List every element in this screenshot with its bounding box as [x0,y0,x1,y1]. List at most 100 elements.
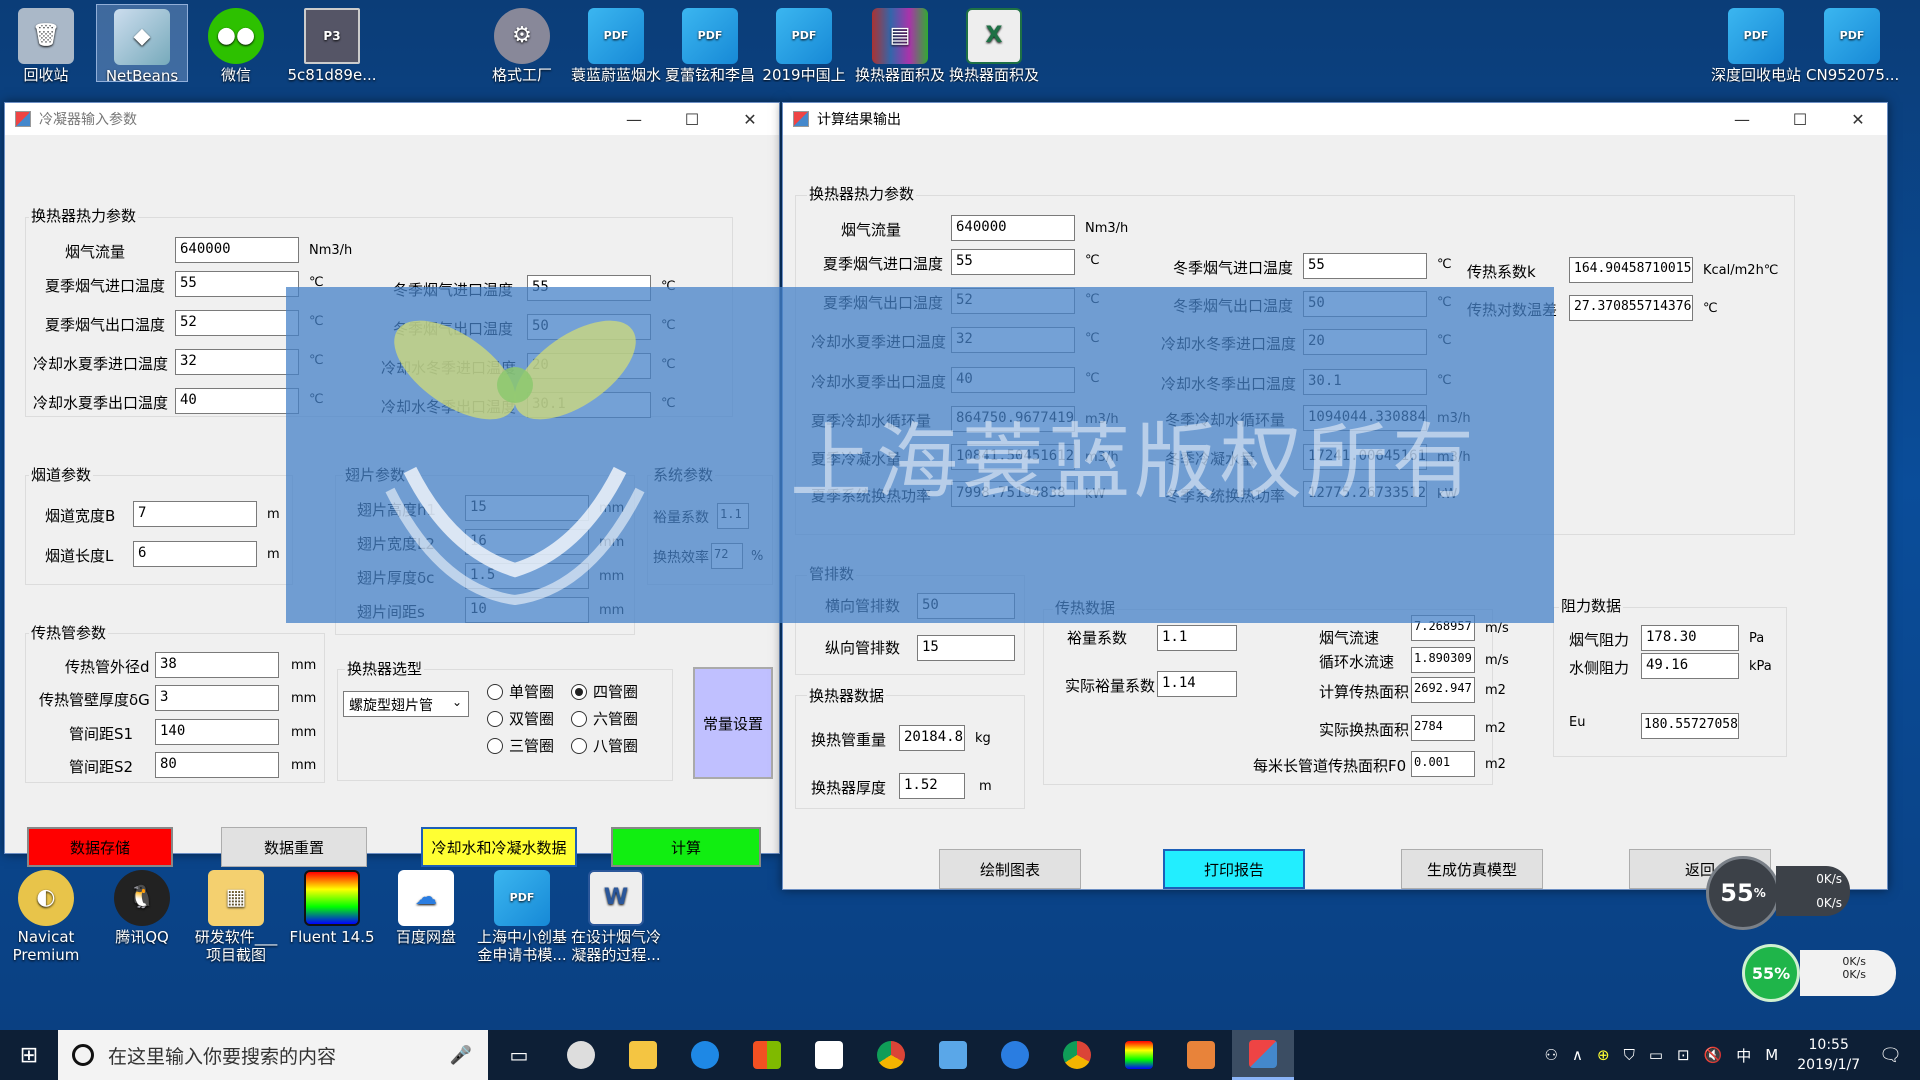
winter-circulation-output[interactable]: 1094044.3308847 [1303,405,1427,431]
fin-spacing-input[interactable]: 10 [465,597,589,623]
cw-winter-outlet-output[interactable]: 30.1 [1303,369,1427,395]
radio-four-coil[interactable]: 四管圈 [571,681,638,702]
radio-eight-coil[interactable]: 八管圈 [571,735,638,756]
efficiency-input[interactable]: 72 [711,543,743,569]
desktop-icon-baidu[interactable]: ☁ 百度网盘 [380,866,472,946]
fin-width-input[interactable]: 16 [465,529,589,555]
save-data-button[interactable]: 数据存储 [27,827,173,867]
taskbar-app-store[interactable] [736,1030,798,1080]
cw-summer-inlet-input[interactable]: 32 [175,349,299,375]
microphone-icon[interactable]: 🎤 [450,1045,472,1066]
desktop-icon-excel[interactable]: X换热器面积及冷却水量计算... [948,4,1040,82]
memory-gauge[interactable]: 55% [1742,944,1800,1002]
task-view-button[interactable]: ▭ [488,1030,550,1080]
fin-thickness-input[interactable]: 1.5 [465,563,589,589]
margin-output[interactable]: 1.1 [1157,625,1237,651]
desktop-icon-pdf-4[interactable]: 深度回收电站锅炉烟气余... [1710,4,1802,82]
taskbar-app-explorer[interactable] [612,1030,674,1080]
summer-inlet-input[interactable]: 55 [175,271,299,297]
tube-wall-input[interactable]: 3 [155,685,279,711]
desktop-icon-recycle-bin[interactable]: 🗑 回收站 [0,4,92,84]
summer-inlet-output[interactable]: 55 [951,249,1075,275]
gas-resistance-output[interactable]: 178.30 [1641,625,1739,651]
eu-output[interactable]: 180.55727058 [1641,713,1739,739]
maximize-button[interactable]: ☐ [663,103,721,135]
desktop-icon-pdf-6[interactable]: 上海中小创基金申请书模... [476,866,568,964]
generate-model-button[interactable]: 生成仿真模型 [1401,849,1543,889]
summer-power-output[interactable]: 7998.75194838 [951,481,1075,507]
summer-condensate-output[interactable]: 10841.504516129 [951,444,1075,470]
ime-indicator[interactable]: 中 [1736,1045,1751,1066]
tube-weight-output[interactable]: 20184.81 [899,725,965,751]
notification-icon[interactable]: 🗨 [1879,1045,1902,1066]
taskbar-app-mail[interactable] [798,1030,860,1080]
battery-icon[interactable]: ▭ [1649,1046,1663,1064]
desktop-icon-netbeans[interactable]: ◆NetBeans IDE 8.2 [96,4,188,82]
exchanger-type-select[interactable]: 螺旋型翅片管 ⌄ [343,691,469,717]
desktop-icon-format-factory[interactable]: ⚙ 格式工厂 [476,4,568,84]
flue-flow-input[interactable]: 640000 [175,237,299,263]
desktop-icon-pdf-3[interactable]: 2019中国上海国际设计... [758,4,850,82]
radio-triple-coil[interactable]: 三管圈 [487,735,554,756]
taskbar-app-tools[interactable] [1170,1030,1232,1080]
desktop-icon-fluent[interactable]: Fluent 14.5 [286,866,378,946]
actual-margin-output[interactable]: 1.14 [1157,671,1237,697]
taskbar-app-search[interactable] [984,1030,1046,1080]
tube-od-input[interactable]: 38 [155,652,279,678]
desktop-icon-navicat[interactable]: ◐ Navicat Premium [0,866,92,964]
minimize-button[interactable]: — [605,103,663,135]
plus-tray-icon[interactable]: ⊕ [1597,1046,1610,1064]
desktop-icon-wechat[interactable]: ●● 微信 [190,4,282,84]
water-data-button[interactable]: 冷却水和冷凝水数据 [421,827,577,867]
duct-width-input[interactable]: 7 [133,501,257,527]
reset-data-button[interactable]: 数据重置 [221,827,367,867]
desktop-icon-ppt[interactable]: P3 5c81d89e... [286,4,378,84]
summer-outlet-input[interactable]: 52 [175,310,299,336]
summer-circulation-output[interactable]: 864750.96774193 [951,406,1075,432]
winter-power-output[interactable]: 12775.26733512 [1303,481,1427,507]
cw-winter-outlet-input[interactable]: 30.1 [527,392,651,418]
shield-icon[interactable]: ⛉ [1624,1046,1635,1064]
water-velocity-output[interactable]: 1.890309 [1411,647,1475,673]
cw-winter-inlet-input[interactable]: 20 [527,353,651,379]
taskbar-app-pinwheel[interactable] [550,1030,612,1080]
desktop-icon-rar[interactable]: ▤换热器面积及冷却水量计... [854,4,946,82]
taskbar-app-chrome[interactable] [860,1030,922,1080]
spacing-s1-input[interactable]: 140 [155,719,279,745]
cw-summer-inlet-output[interactable]: 32 [951,327,1075,353]
constants-settings-button[interactable]: 常量设置 [693,667,773,779]
radio-double-coil[interactable]: 双管圈 [487,708,554,729]
radio-six-coil[interactable]: 六管圈 [571,708,638,729]
cw-summer-outlet-input[interactable]: 40 [175,388,299,414]
taskbar-app-edge[interactable] [674,1030,736,1080]
ime-mode-icon[interactable]: M [1765,1046,1778,1064]
maximize-button[interactable]: ☐ [1771,103,1829,135]
gas-velocity-output[interactable]: 7.268957 [1411,615,1475,641]
water-resistance-output[interactable]: 49.16 [1641,653,1739,679]
chevron-up-icon[interactable]: ∧ [1572,1046,1583,1064]
desktop-icon-pdf-1[interactable]: 蓑蓝蔚蓝烟水换热器启动... [570,4,662,82]
winter-outlet-output[interactable]: 50 [1303,291,1427,317]
print-report-button[interactable]: 打印报告 [1163,849,1305,889]
desktop-icon-word[interactable]: W 在设计烟气冷凝器的过程... [570,866,662,964]
taskbar-search-box[interactable]: 在这里输入你要搜索的内容 🎤 [58,1030,488,1080]
winter-condensate-output[interactable]: 17241.00645161 [1303,444,1427,470]
winter-inlet-output[interactable]: 55 [1303,253,1427,279]
taskbar-app-bird[interactable] [922,1030,984,1080]
start-button[interactable]: ⊞ [0,1030,58,1080]
calculate-button[interactable]: 计算 [611,827,761,867]
close-button[interactable]: ✕ [1829,103,1887,135]
desktop-icon-qq[interactable]: 🐧 腾讯QQ [96,866,188,946]
lmtd-output[interactable]: 27.370855714376 [1569,295,1693,321]
taskbar-app-condenser[interactable] [1232,1030,1294,1080]
winter-inlet-input[interactable]: 55 [527,275,651,301]
volume-mute-icon[interactable]: 🔇 [1704,1046,1723,1064]
close-button[interactable]: ✕ [721,103,779,135]
winter-outlet-input[interactable]: 50 [527,314,651,340]
taskbar-app-fluent[interactable] [1108,1030,1170,1080]
margin-input[interactable]: 1.1 [717,503,749,529]
k-output[interactable]: 164.904587100159 [1569,257,1693,283]
people-icon[interactable]: ⚇ [1545,1046,1558,1064]
taskbar-app-chrome-2[interactable] [1046,1030,1108,1080]
actual-area-output[interactable]: 2784 [1411,715,1475,741]
